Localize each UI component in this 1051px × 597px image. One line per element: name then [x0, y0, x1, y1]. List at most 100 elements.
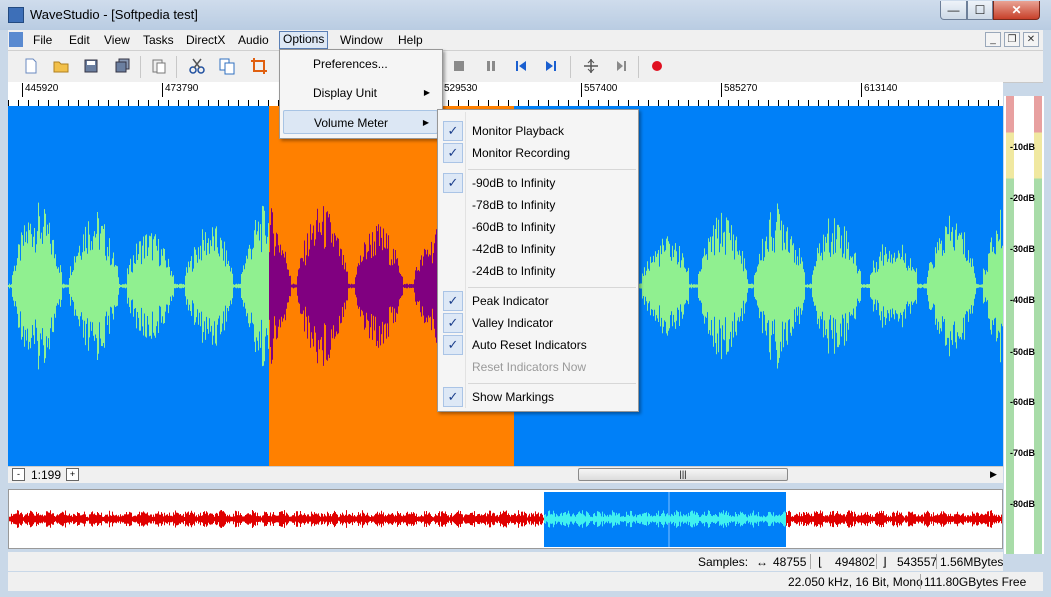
db-label: -80dB: [1010, 499, 1036, 509]
menu-edit[interactable]: Edit: [66, 32, 93, 48]
cut-icon[interactable]: [188, 57, 206, 75]
skip-forward-icon[interactable]: [542, 57, 560, 75]
menu-range-90db[interactable]: ✓ -90dB to Infinity: [440, 172, 636, 194]
close-button[interactable]: ✕: [993, 1, 1040, 20]
pause-icon[interactable]: [482, 57, 500, 75]
volume-meter-submenu: ✓ Monitor Playback ✓ Monitor Recording ✓ -9…: [437, 109, 639, 412]
check-icon: ✓: [443, 313, 463, 333]
db-label: -30dB: [1010, 244, 1036, 254]
menu-separator: [468, 169, 636, 170]
menu-volume-meter[interactable]: Volume Meter ▶: [283, 110, 438, 134]
menu-tasks[interactable]: Tasks: [140, 32, 177, 48]
mdi-restore-button[interactable]: ❐: [1004, 32, 1020, 47]
status-separator: [876, 554, 877, 569]
zoom-in-button[interactable]: +: [66, 468, 79, 481]
save-all-icon[interactable]: [114, 57, 132, 75]
samples-label: Samples:: [698, 555, 749, 569]
status-bar-top: Samples: ↔ 48755 ⌊ 494802 ⌋ 543557 1.56M…: [8, 552, 1003, 571]
status-separator: [936, 554, 937, 569]
menu-label: Peak Indicator: [472, 294, 549, 308]
ruler-label: 585270: [721, 83, 757, 97]
toolbar-separator: [570, 56, 571, 78]
scroll-right-arrow[interactable]: ▶: [990, 469, 997, 480]
db-label: -50dB: [1010, 347, 1036, 357]
menu-peak-indicator[interactable]: ✓ Peak Indicator: [440, 290, 636, 312]
menu-monitor-recording[interactable]: ✓ Monitor Recording: [440, 142, 636, 164]
menu-label: -24dB to Infinity: [472, 264, 556, 278]
check-icon: ✓: [443, 143, 463, 163]
stop-icon[interactable]: [450, 57, 468, 75]
check-icon: ✓: [443, 291, 463, 311]
volume-bar-left: [1006, 96, 1014, 554]
open-folder-icon[interactable]: [52, 57, 70, 75]
menu-range-60db[interactable]: -60dB to Infinity: [440, 216, 636, 238]
new-file-icon[interactable]: [22, 57, 40, 75]
length-icon: ↔: [756, 555, 768, 569]
skip-back-icon[interactable]: [512, 57, 530, 75]
db-label: -20dB: [1010, 193, 1036, 203]
menu-options[interactable]: Options: [279, 31, 329, 49]
crop-icon[interactable]: [250, 57, 268, 75]
mdi-minimize-button[interactable]: _: [985, 32, 1001, 47]
menu-range-42db[interactable]: -42dB to Infinity: [440, 238, 636, 260]
menu-window[interactable]: Window: [337, 32, 386, 48]
document-icon[interactable]: [9, 32, 23, 47]
minimize-button[interactable]: —: [940, 1, 967, 20]
free-space: 111.80GBytes Free: [924, 575, 1027, 589]
scroll-thumb[interactable]: |||: [578, 468, 788, 481]
menu-label: Valley Indicator: [472, 316, 554, 330]
split-icon[interactable]: [582, 57, 600, 75]
menu-label: Monitor Playback: [472, 124, 565, 138]
time-ruler[interactable]: 445920 473790 529530 557400 585270 61314…: [8, 82, 1003, 107]
paste-special-icon[interactable]: [150, 57, 168, 75]
db-label: -60dB: [1010, 397, 1036, 407]
menu-label: Preferences...: [313, 57, 388, 71]
menu-auto-reset-indicators[interactable]: ✓ Auto Reset Indicators: [440, 334, 636, 356]
toolbar-separator: [140, 56, 141, 78]
db-label: -40dB: [1010, 295, 1036, 305]
overview-trace: [9, 510, 1002, 528]
menu-file[interactable]: File: [30, 32, 55, 48]
waveform-overview[interactable]: [8, 489, 1003, 549]
menu-label: Volume Meter: [314, 116, 389, 130]
overview-canvas: [9, 492, 1002, 547]
selection-length: 48755: [773, 555, 807, 569]
save-icon[interactable]: [82, 57, 100, 75]
menu-range-24db[interactable]: -24dB to Infinity: [440, 260, 636, 282]
menu-label: Reset Indicators Now: [472, 360, 587, 374]
menu-monitor-playback[interactable]: ✓ Monitor Playback: [440, 120, 636, 142]
maximize-button[interactable]: ☐: [967, 1, 993, 20]
menu-label: -60dB to Infinity: [472, 220, 556, 234]
submenu-arrow-icon: ▶: [422, 118, 429, 127]
copy-icon[interactable]: [218, 57, 236, 75]
menu-display-unit[interactable]: Display Unit ▶: [283, 81, 438, 105]
zoom-out-button[interactable]: -: [12, 468, 25, 481]
menu-show-markings[interactable]: ✓ Show Markings: [440, 386, 636, 408]
menu-bar: File Edit View Tasks DirectX Audio Optio…: [8, 30, 1043, 51]
app-icon[interactable]: [8, 7, 24, 23]
menu-valley-indicator[interactable]: ✓ Valley Indicator: [440, 312, 636, 334]
volume-meter: -10dB -20dB -30dB -40dB -50dB -60dB -70d…: [1004, 96, 1044, 554]
audio-format: 22.050 kHz, 16 Bit, Mono: [788, 575, 923, 589]
menu-help[interactable]: Help: [395, 32, 426, 48]
record-icon[interactable]: [648, 57, 666, 75]
status-separator: [810, 554, 811, 569]
menu-label: -42dB to Infinity: [472, 242, 556, 256]
window-title: WaveStudio - [Softpedia test]: [30, 7, 198, 22]
selection-end: 543557: [897, 555, 938, 569]
menu-directx[interactable]: DirectX: [183, 32, 228, 48]
ruler-label: 557400: [581, 83, 617, 97]
menu-preferences[interactable]: Preferences...: [283, 52, 438, 76]
menu-view[interactable]: View: [101, 32, 133, 48]
menu-label: Show Markings: [472, 390, 555, 404]
mdi-close-button[interactable]: ✕: [1023, 32, 1039, 47]
menu-separator: [468, 383, 636, 384]
status-bar-bottom: 22.050 kHz, 16 Bit, Mono 111.80GBytes Fr…: [8, 572, 1043, 591]
step-icon[interactable]: [612, 57, 630, 75]
ruler-label: 613140: [861, 83, 897, 97]
menu-range-78db[interactable]: -78dB to Infinity: [440, 194, 636, 216]
menu-reset-indicators-now: Reset Indicators Now: [440, 356, 636, 378]
menu-label: Display Unit: [313, 86, 378, 100]
check-icon: ✓: [443, 335, 463, 355]
menu-audio[interactable]: Audio: [235, 32, 272, 48]
